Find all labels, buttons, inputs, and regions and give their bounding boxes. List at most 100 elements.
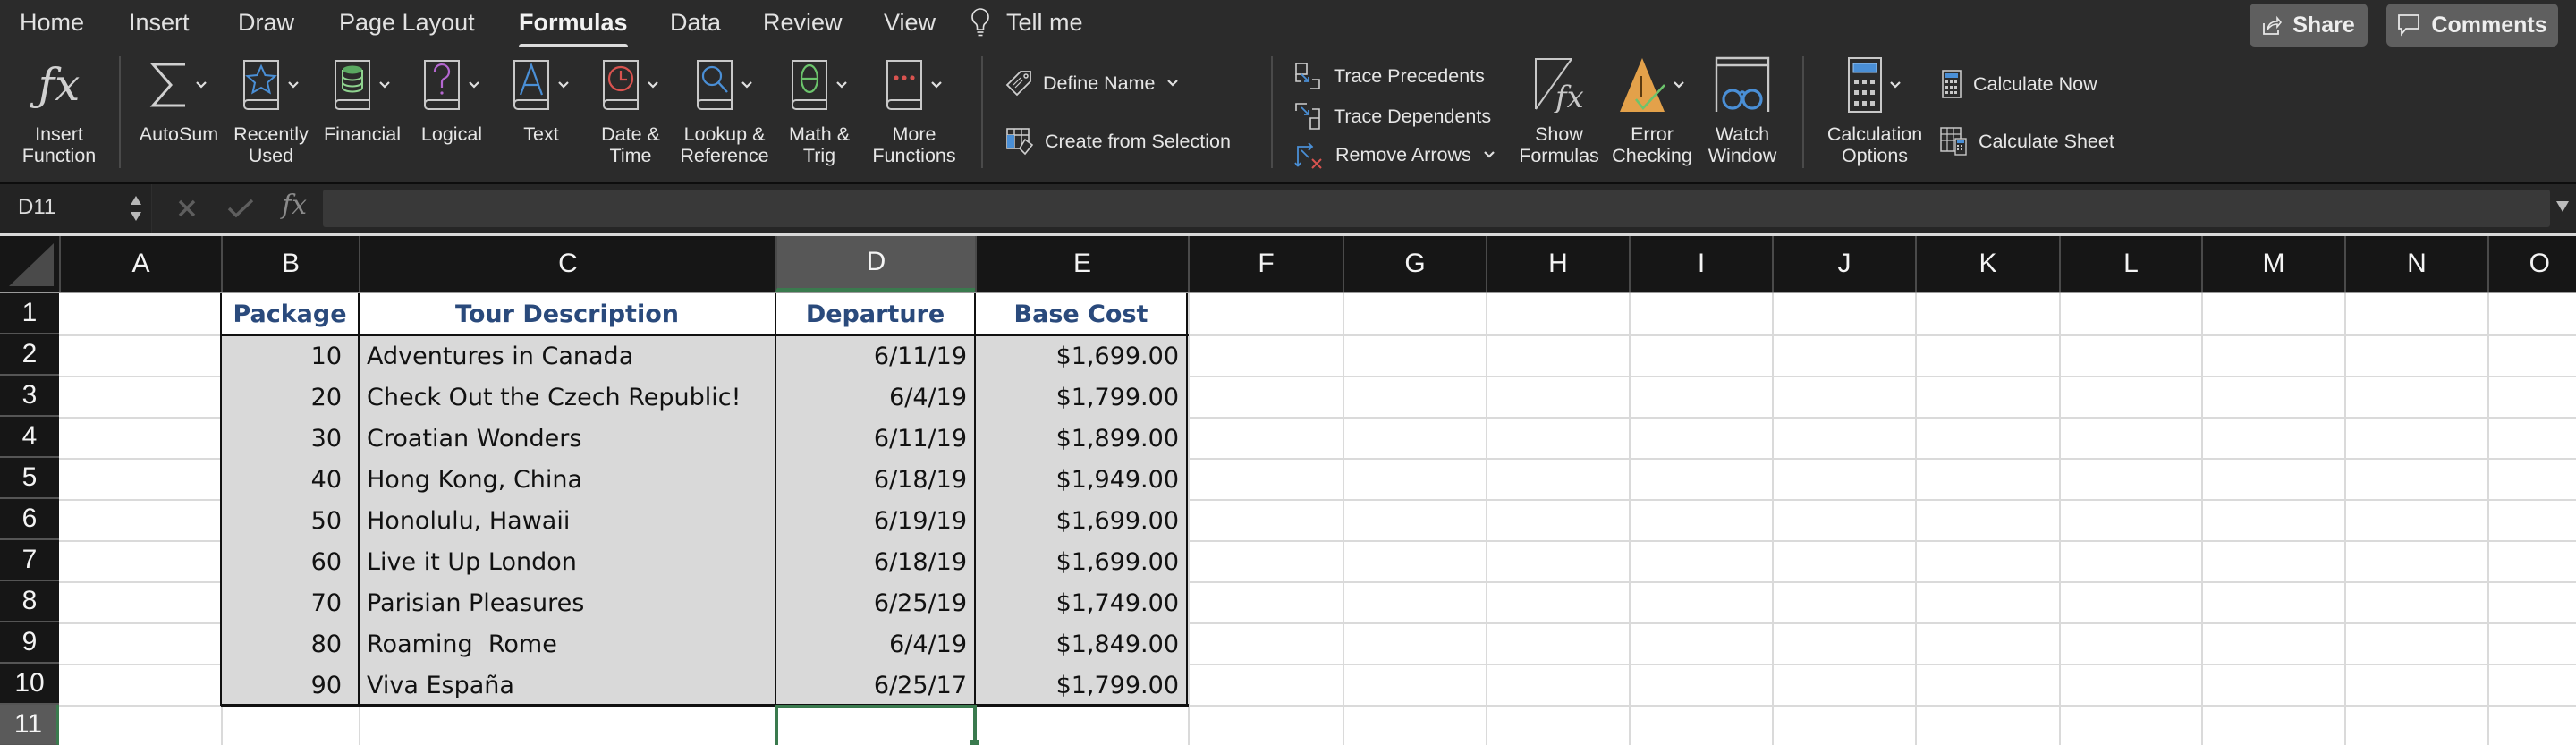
cell-tour-description[interactable]: Viva España <box>360 665 775 706</box>
cell-base-cost[interactable]: $1,799.00 <box>976 377 1186 418</box>
column-header-c[interactable]: C <box>359 236 775 292</box>
financial-button[interactable]: Financial <box>318 55 407 166</box>
tab-page-layout[interactable]: Page Layout <box>339 7 475 38</box>
select-all-button[interactable] <box>0 236 59 292</box>
watch-window-button[interactable]: Watch Window <box>1699 55 1785 166</box>
chevron-down-icon[interactable] <box>835 78 849 92</box>
cell-departure[interactable]: 6/25/17 <box>776 665 974 706</box>
cell-package[interactable]: 30 <box>222 418 358 459</box>
cell-departure[interactable]: 6/19/19 <box>776 500 974 541</box>
column-header-n[interactable]: N <box>2344 236 2487 292</box>
header-departure[interactable]: Departure <box>776 293 974 334</box>
tab-draw[interactable]: Draw <box>238 7 294 38</box>
header-tour-description[interactable]: Tour Description <box>360 293 775 334</box>
active-cell-d11[interactable] <box>775 705 977 745</box>
cell-departure[interactable]: 6/4/19 <box>776 623 974 665</box>
column-header-f[interactable]: F <box>1188 236 1343 292</box>
header-package[interactable]: Package <box>222 293 358 334</box>
show-formulas-button[interactable]: fx Show Formulas <box>1516 55 1602 166</box>
cell-tour-description[interactable]: Live it Up London <box>360 541 775 582</box>
cell-departure[interactable]: 6/18/19 <box>776 541 974 582</box>
cancel-entry-icon[interactable] <box>177 199 197 218</box>
cell-base-cost[interactable]: $1,849.00 <box>976 623 1186 665</box>
error-checking-button[interactable]: Error Checking <box>1606 55 1699 166</box>
cell-tour-description[interactable]: Roaming Rome <box>360 623 775 665</box>
tab-formulas[interactable]: Formulas <box>519 7 628 49</box>
cell-tour-description[interactable]: Parisian Pleasures <box>360 582 775 623</box>
row-header-1[interactable]: 1 <box>0 293 59 334</box>
cell-base-cost[interactable]: $1,749.00 <box>976 582 1186 623</box>
column-header-h[interactable]: H <box>1486 236 1629 292</box>
confirm-entry-icon[interactable] <box>227 199 254 218</box>
header-base-cost[interactable]: Base Cost <box>976 293 1186 334</box>
remove-arrows-button[interactable]: Remove Arrows <box>1294 140 1496 170</box>
cell-package[interactable]: 50 <box>222 500 358 541</box>
row-header-5[interactable]: 5 <box>0 458 59 499</box>
calculate-sheet-button[interactable]: Calculate Sheet <box>1939 126 2114 157</box>
logical-button[interactable]: Logical <box>407 55 496 166</box>
cell-package[interactable]: 20 <box>222 377 358 418</box>
fill-handle[interactable] <box>970 740 979 745</box>
cell-tour-description[interactable]: Croatian Wonders <box>360 418 775 459</box>
cell-base-cost[interactable]: $1,949.00 <box>976 459 1186 500</box>
row-header-8[interactable]: 8 <box>0 581 59 622</box>
insert-function-button[interactable]: ƒx Insert Function <box>13 55 106 166</box>
comments-button[interactable]: Comments <box>2386 4 2558 47</box>
row-header-4[interactable]: 4 <box>0 417 59 458</box>
expand-formula-bar-icon[interactable] <box>2555 200 2570 213</box>
chevron-down-icon[interactable] <box>467 78 481 92</box>
column-header-k[interactable]: K <box>1915 236 2059 292</box>
cell-tour-description[interactable]: Check Out the Czech Republic! <box>360 377 775 418</box>
chevron-down-icon[interactable] <box>1888 78 1902 92</box>
date-time-button[interactable]: Date & Time <box>586 55 675 166</box>
column-header-j[interactable]: J <box>1772 236 1915 292</box>
cell-departure[interactable]: 6/25/19 <box>776 582 974 623</box>
column-header-o[interactable]: O <box>2487 236 2576 292</box>
row-header-7[interactable]: 7 <box>0 540 59 581</box>
chevron-down-icon[interactable] <box>194 78 208 92</box>
chevron-down-icon[interactable] <box>929 78 944 92</box>
cell-base-cost[interactable]: $1,899.00 <box>976 418 1186 459</box>
column-header-g[interactable]: G <box>1343 236 1486 292</box>
trace-precedents-button[interactable]: Trace Precedents <box>1294 62 1485 90</box>
column-header-e[interactable]: E <box>975 236 1188 292</box>
cell-tour-description[interactable]: Hong Kong, China <box>360 459 775 500</box>
chevron-down-icon[interactable] <box>286 78 301 92</box>
tab-home[interactable]: Home <box>20 7 84 38</box>
cell-tour-description[interactable]: Honolulu, Hawaii <box>360 500 775 541</box>
row-header-6[interactable]: 6 <box>0 499 59 540</box>
cell-departure[interactable]: 6/11/19 <box>776 335 974 377</box>
tab-insert[interactable]: Insert <box>129 7 190 38</box>
cell-package[interactable]: 10 <box>222 335 358 377</box>
more-functions-button[interactable]: More Functions <box>864 55 964 166</box>
trace-dependents-button[interactable]: Trace Dependents <box>1294 102 1491 131</box>
row-header-11[interactable]: 11 <box>0 705 59 745</box>
text-functions-button[interactable]: Text <box>496 55 586 166</box>
math-trig-button[interactable]: Math & Trig <box>775 55 864 166</box>
name-box[interactable]: D11 <box>0 184 152 233</box>
chevron-down-icon[interactable] <box>556 78 571 92</box>
column-header-m[interactable]: M <box>2201 236 2344 292</box>
share-button[interactable]: Share <box>2250 4 2368 47</box>
name-box-stepper-icon[interactable] <box>129 193 143 224</box>
cell-package[interactable]: 60 <box>222 541 358 582</box>
row-header-2[interactable]: 2 <box>0 334 59 376</box>
cell-package[interactable]: 80 <box>222 623 358 665</box>
lookup-reference-button[interactable]: Lookup & Reference <box>675 55 774 166</box>
calculation-options-button[interactable]: Calculation Options <box>1819 55 1930 166</box>
column-header-l[interactable]: L <box>2059 236 2201 292</box>
cell-package[interactable]: 40 <box>222 459 358 500</box>
tab-data[interactable]: Data <box>670 7 721 38</box>
cell-base-cost[interactable]: $1,699.00 <box>976 541 1186 582</box>
cell-departure[interactable]: 6/4/19 <box>776 377 974 418</box>
insert-function-fx-icon[interactable]: fx <box>282 190 307 221</box>
tab-view[interactable]: View <box>884 7 936 38</box>
tell-me-search[interactable]: Tell me <box>970 7 1083 38</box>
cell-package[interactable]: 70 <box>222 582 358 623</box>
tab-review[interactable]: Review <box>763 7 843 38</box>
cell-package[interactable]: 90 <box>222 665 358 706</box>
column-header-i[interactable]: I <box>1629 236 1772 292</box>
autosum-button[interactable]: AutoSum <box>134 55 224 166</box>
create-from-selection-button[interactable]: Create from Selection <box>1005 127 1231 156</box>
chevron-down-icon[interactable] <box>377 78 392 92</box>
